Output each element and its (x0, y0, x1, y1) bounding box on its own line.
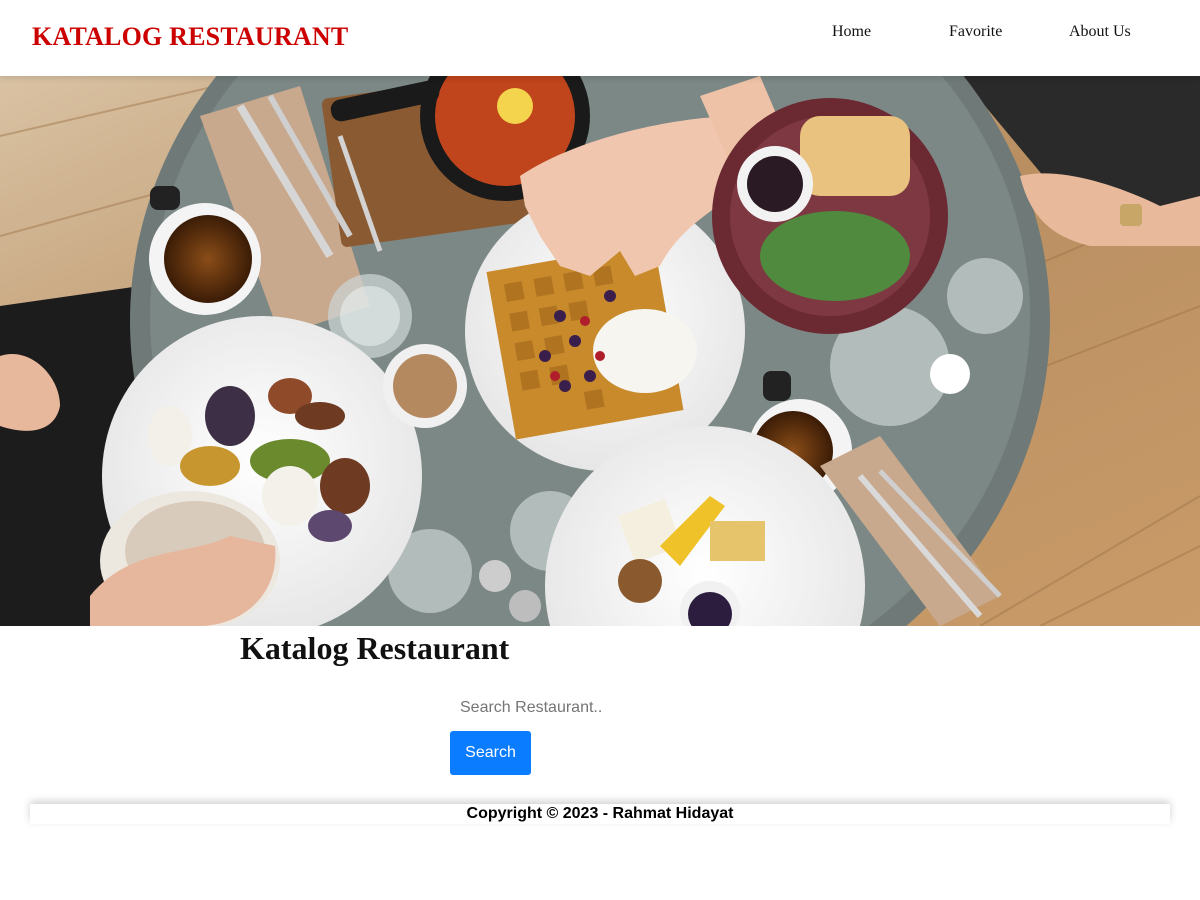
nav-link-favorite[interactable]: Favorite (949, 23, 1002, 41)
nav-link-home[interactable]: Home (832, 23, 871, 41)
search-input[interactable] (450, 692, 660, 724)
site-header: KATALOG RESTAURANT Home Favorite About U… (0, 0, 1200, 76)
site-footer: Copyright © 2023 - Rahmat Hidayat (30, 804, 1170, 824)
search-button[interactable]: Search (450, 731, 531, 775)
nav-link-about-us[interactable]: About Us (1069, 23, 1131, 41)
page-title: Katalog Restaurant (240, 630, 510, 666)
copyright-text: Copyright © 2023 - Rahmat Hidayat (466, 805, 734, 822)
hero-image (0, 76, 1200, 626)
hero-food-table-illustration (0, 76, 1200, 626)
brand-logo-link[interactable]: KATALOG RESTAURANT (32, 22, 348, 52)
